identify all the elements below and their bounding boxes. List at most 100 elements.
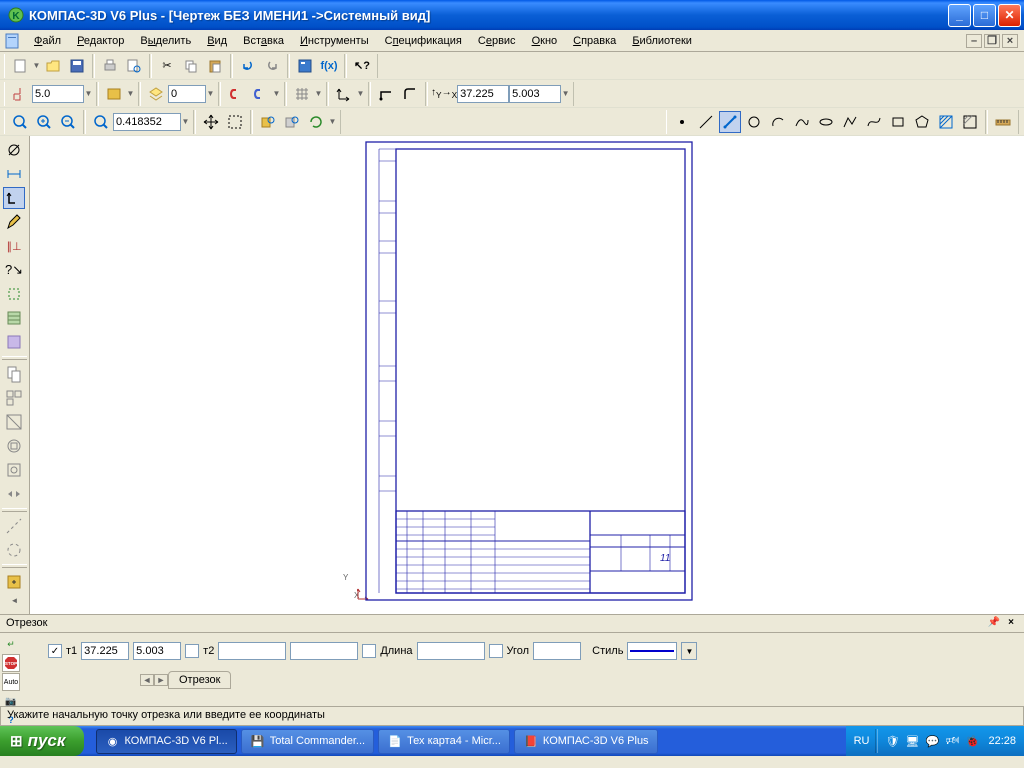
tray-antivirus-icon[interactable]: 🐞	[964, 733, 980, 749]
open-button[interactable]	[42, 55, 64, 77]
dimensions-tool[interactable]	[3, 163, 25, 185]
aux-line-tool[interactable]	[3, 515, 25, 537]
print-button[interactable]	[99, 55, 121, 77]
view-prev-button[interactable]	[257, 111, 279, 133]
snap-hatch-button[interactable]	[935, 111, 957, 133]
prop-tab-segment[interactable]: Отрезок	[168, 671, 231, 689]
language-indicator[interactable]: RU	[854, 735, 870, 747]
step-dropdown[interactable]: ▼	[84, 89, 93, 98]
redraw-dropdown[interactable]: ▼	[328, 117, 337, 126]
grid-dropdown[interactable]: ▼	[314, 89, 323, 98]
menu-window[interactable]: Окно	[524, 33, 566, 49]
zoom-fit-button[interactable]	[9, 111, 31, 133]
paste-button[interactable]	[204, 55, 226, 77]
snap-point-button[interactable]	[671, 111, 693, 133]
prop-tab-prev-button[interactable]: ◄	[140, 674, 154, 686]
snap-rect-button[interactable]	[887, 111, 909, 133]
snap-off-button[interactable]	[249, 83, 271, 105]
grid-button[interactable]	[291, 83, 313, 105]
menu-help[interactable]: Справка	[565, 33, 624, 49]
tray-chat-icon[interactable]: 💬	[924, 733, 940, 749]
parametric-tool[interactable]: ∥⊥	[3, 235, 25, 257]
taskbar-task-kompas1[interactable]: ◉КОМПАС-3D V6 Pl...	[96, 729, 237, 754]
style-dropdown-button[interactable]: ▼	[681, 642, 697, 660]
report-tool[interactable]	[3, 331, 25, 353]
tray-network-icon[interactable]: 🖥	[904, 733, 920, 749]
snap-arc-button[interactable]	[767, 111, 789, 133]
point2-x-input[interactable]	[218, 642, 286, 660]
insert-fragment-tool[interactable]	[3, 571, 25, 593]
start-button[interactable]: пуск	[0, 726, 84, 756]
tray-clock[interactable]: 22:28	[988, 735, 1016, 747]
zoom-input[interactable]	[113, 113, 181, 131]
point1-y-input[interactable]	[133, 642, 181, 660]
geometry-tool[interactable]	[3, 139, 25, 161]
coord-y-input[interactable]	[509, 85, 561, 103]
aux-circle-tool[interactable]	[3, 539, 25, 561]
select-tool[interactable]	[3, 283, 25, 305]
new-dropdown[interactable]: ▼	[32, 61, 41, 70]
point1-x-input[interactable]	[81, 642, 129, 660]
prop-tab-next-button[interactable]: ►	[154, 674, 168, 686]
layer-input[interactable]	[168, 85, 206, 103]
view-next-button[interactable]	[281, 111, 303, 133]
save-button[interactable]	[66, 55, 88, 77]
snap-segment-button[interactable]	[719, 111, 741, 133]
state-button[interactable]	[103, 83, 125, 105]
pan-button[interactable]	[200, 111, 222, 133]
menu-libs[interactable]: Библиотеки	[624, 33, 700, 49]
zoom-in-button[interactable]	[33, 111, 55, 133]
vertical-toolbar-expand[interactable]: ◄	[2, 596, 27, 605]
measure-tool[interactable]: ?↘	[3, 259, 25, 281]
length-input[interactable]	[417, 642, 485, 660]
step-input[interactable]	[32, 85, 84, 103]
redo-button[interactable]	[261, 55, 283, 77]
mdi-close-button[interactable]: ×	[1002, 34, 1018, 48]
assoc-section-tool[interactable]	[3, 411, 25, 433]
drawing-canvas[interactable]: Y X	[30, 136, 1024, 614]
snap-ellipse-button[interactable]	[815, 111, 837, 133]
property-panel-close-button[interactable]: ×	[1004, 617, 1018, 630]
assoc-page-tool[interactable]	[3, 363, 25, 385]
spec-tool[interactable]	[3, 307, 25, 329]
prop-enter-button[interactable]: ↵	[2, 635, 20, 653]
symbols-tool[interactable]	[3, 187, 25, 209]
prop-stop-button[interactable]: STOP	[2, 654, 20, 672]
local-cs-button[interactable]	[333, 83, 355, 105]
taskbar-task-word[interactable]: 📄Тех карта4 - Micr...	[378, 729, 510, 754]
point1-lock-checkbox[interactable]	[48, 644, 62, 658]
new-button[interactable]	[9, 55, 31, 77]
snap-polygon-button[interactable]	[911, 111, 933, 133]
menu-view[interactable]: Вид	[199, 33, 235, 49]
tray-shield-icon[interactable]: 🛡	[884, 733, 900, 749]
menu-file[interactable]: ФФайлайл	[26, 33, 69, 49]
taskbar-task-kompas2[interactable]: 📕КОМПАС-3D V6 Plus	[514, 729, 658, 754]
minimize-button[interactable]: _	[948, 4, 971, 27]
ortho-button[interactable]	[375, 83, 397, 105]
menu-service[interactable]: Сервис	[470, 33, 524, 49]
properties-button[interactable]	[294, 55, 316, 77]
cut-button[interactable]: ✂	[156, 55, 178, 77]
assoc-views-tool[interactable]	[3, 387, 25, 409]
close-button[interactable]: ✕	[998, 4, 1021, 27]
layer-dropdown[interactable]: ▼	[206, 89, 215, 98]
snap-dropdown[interactable]: ▼	[272, 89, 281, 98]
snap-on-button[interactable]	[225, 83, 247, 105]
assoc-break-tool[interactable]	[3, 483, 25, 505]
menu-spec[interactable]: Спецификация	[377, 33, 470, 49]
coord-x-input[interactable]	[457, 85, 509, 103]
prop-auto-button[interactable]: Auto	[2, 673, 20, 691]
zoom-out-button[interactable]	[57, 111, 79, 133]
snap-polyline-button[interactable]	[839, 111, 861, 133]
assoc-detail-tool[interactable]	[3, 435, 25, 457]
variables-button[interactable]: f(x)	[318, 55, 340, 77]
help-pointer-button[interactable]: ↖?	[351, 55, 373, 77]
zoom-scale-button[interactable]	[90, 111, 112, 133]
redraw-button[interactable]	[305, 111, 327, 133]
menu-insert[interactable]: Вставка	[235, 33, 292, 49]
mdi-minimize-button[interactable]: –	[966, 34, 982, 48]
angle-lock-checkbox[interactable]	[489, 644, 503, 658]
taskbar-task-tc[interactable]: 💾Total Commander...	[241, 729, 374, 754]
point2-lock-checkbox[interactable]	[185, 644, 199, 658]
assoc-local-tool[interactable]	[3, 459, 25, 481]
